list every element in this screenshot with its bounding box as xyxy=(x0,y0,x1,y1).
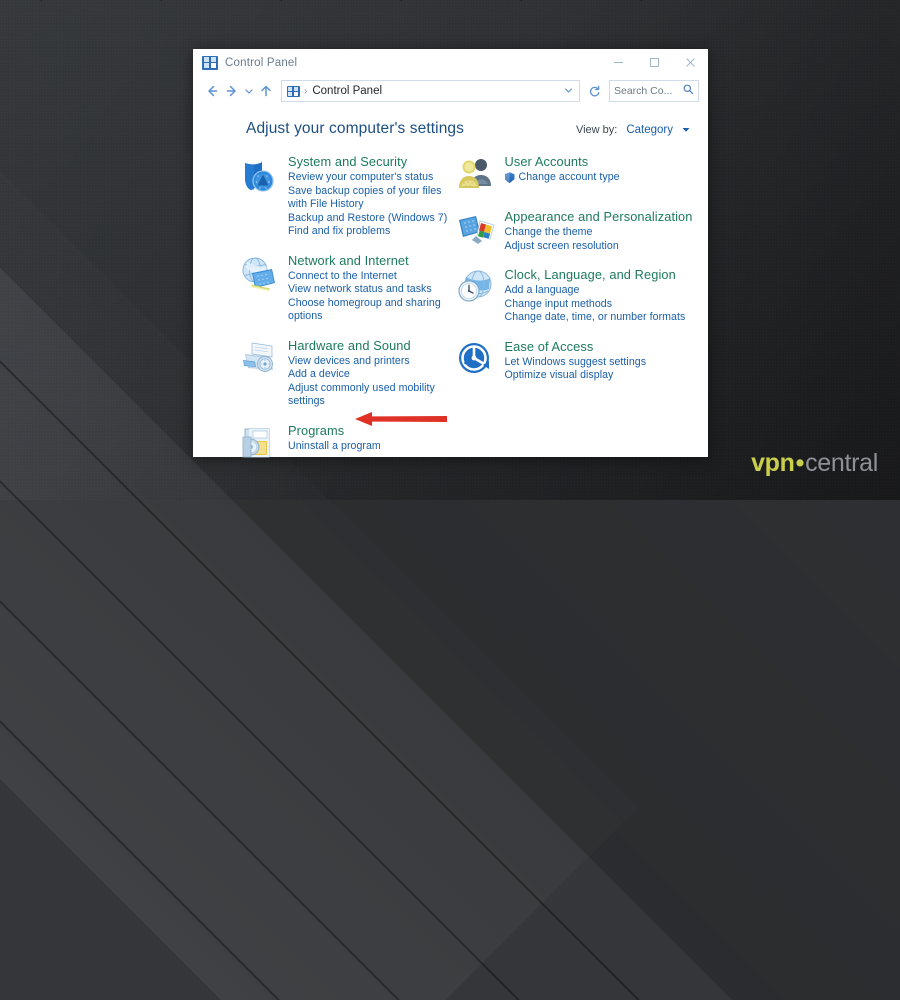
chevron-down-icon[interactable] xyxy=(682,126,690,135)
category-ease-of-access[interactable]: Ease of Access Let Windows suggest setti… xyxy=(456,339,709,383)
category-link[interactable]: Connect to the Internet xyxy=(288,270,451,284)
category-title[interactable]: Hardware and Sound xyxy=(288,338,451,353)
network-globe-icon xyxy=(239,253,285,324)
printer-hardware-icon xyxy=(239,338,285,409)
category-link-change-account-type[interactable]: Change account type xyxy=(504,171,620,185)
category-link-label: Change account type xyxy=(518,171,620,183)
category-hardware-and-sound[interactable]: Hardware and Sound View devices and prin… xyxy=(239,338,451,409)
category-programs[interactable]: Programs Uninstall a program xyxy=(239,423,451,466)
category-link[interactable]: Add a device xyxy=(288,368,451,382)
category-network-and-internet[interactable]: Network and Internet Connect to the Inte… xyxy=(239,253,451,324)
category-body: System and Security Review your computer… xyxy=(285,154,451,239)
category-link[interactable]: Save backup copies of your files with Fi… xyxy=(288,185,451,212)
back-button[interactable] xyxy=(202,80,222,102)
control-panel-window: Control Panel › Control Panel Search Co.… xyxy=(193,49,708,457)
search-placeholder: Search Co... xyxy=(614,85,673,97)
category-body: Appearance and Personalization Change th… xyxy=(502,209,693,253)
watermark-brand-dot: • xyxy=(795,449,805,477)
control-panel-content: Adjust your computer's settings View by:… xyxy=(193,106,708,471)
category-link[interactable]: Adjust commonly used mobility settings xyxy=(288,382,451,409)
close-button[interactable] xyxy=(672,49,708,76)
watermark-brand-primary: vpn xyxy=(751,449,795,477)
minimize-button[interactable] xyxy=(600,49,636,76)
category-link[interactable]: Add a language xyxy=(505,284,686,298)
vpncentral-watermark: vpn • central xyxy=(751,449,878,478)
category-link[interactable]: Change input methods xyxy=(505,298,686,312)
shield-security-icon xyxy=(239,154,285,239)
user-accounts-icon xyxy=(456,154,502,195)
category-body: Programs Uninstall a program xyxy=(285,423,381,466)
address-toolbar: › Control Panel Search Co... xyxy=(193,76,708,106)
category-link[interactable]: Uninstall a program xyxy=(288,440,381,454)
category-link[interactable]: View network status and tasks xyxy=(288,283,451,297)
category-link[interactable]: Backup and Restore (Windows 7) xyxy=(288,212,451,226)
recent-locations-button[interactable] xyxy=(242,80,256,102)
breadcrumb-current[interactable]: Control Panel xyxy=(312,85,382,97)
category-link[interactable]: Choose homegroup and sharing options xyxy=(288,297,451,324)
red-left-arrow-annotation xyxy=(355,412,447,426)
category-link[interactable]: Optimize visual display xyxy=(505,369,647,383)
view-by-value[interactable]: Category xyxy=(626,124,673,136)
category-title[interactable]: Network and Internet xyxy=(288,253,451,268)
watermark-brand-secondary: central xyxy=(805,449,878,477)
uac-shield-icon xyxy=(504,172,515,184)
chevron-down-icon[interactable] xyxy=(564,86,576,97)
category-title[interactable]: User Accounts xyxy=(505,154,620,169)
page-title: Adjust your computer's settings xyxy=(246,120,464,137)
category-link[interactable]: Change date, time, or number formats xyxy=(505,311,686,325)
category-body: User Accounts Change account type xyxy=(502,154,620,195)
up-button[interactable] xyxy=(256,80,276,102)
programs-icon xyxy=(239,423,285,466)
category-link[interactable]: View devices and printers xyxy=(288,355,451,369)
category-column-right: User Accounts Change account type Appear… xyxy=(451,154,709,480)
category-system-and-security[interactable]: System and Security Review your computer… xyxy=(239,154,451,239)
control-panel-icon xyxy=(202,55,218,70)
window-title: Control Panel xyxy=(225,56,298,69)
category-body: Ease of Access Let Windows suggest setti… xyxy=(502,339,647,383)
maximize-button[interactable] xyxy=(636,49,672,76)
category-columns: System and Security Review your computer… xyxy=(193,138,708,480)
window-controls xyxy=(600,49,708,76)
content-header: Adjust your computer's settings View by:… xyxy=(193,120,708,138)
category-title[interactable]: System and Security xyxy=(288,154,451,169)
category-body: Network and Internet Connect to the Inte… xyxy=(285,253,451,324)
category-link[interactable]: Adjust screen resolution xyxy=(505,240,693,254)
category-appearance-and-personalization[interactable]: Appearance and Personalization Change th… xyxy=(456,209,709,253)
category-body: Hardware and Sound View devices and prin… xyxy=(285,338,451,409)
view-by-control[interactable]: View by: Category xyxy=(576,120,690,136)
category-body: Clock, Language, and Region Add a langua… xyxy=(502,267,686,325)
refresh-button[interactable] xyxy=(585,81,603,101)
category-link[interactable]: Review your computer's status xyxy=(288,171,451,185)
search-input[interactable]: Search Co... xyxy=(609,80,699,102)
category-title[interactable]: Ease of Access xyxy=(505,339,647,354)
search-icon[interactable] xyxy=(683,82,694,100)
ease-of-access-icon xyxy=(456,339,502,383)
category-title[interactable]: Appearance and Personalization xyxy=(505,209,693,224)
category-clock-language-region[interactable]: Clock, Language, and Region Add a langua… xyxy=(456,267,709,325)
category-link[interactable]: Find and fix problems xyxy=(288,225,451,239)
view-by-label: View by: xyxy=(575,124,618,136)
breadcrumb-separator: › xyxy=(304,85,308,97)
appearance-icon xyxy=(456,209,502,253)
address-bar[interactable]: › Control Panel xyxy=(281,80,580,102)
window-titlebar[interactable]: Control Panel xyxy=(193,49,708,76)
category-link[interactable]: Change the theme xyxy=(505,226,693,240)
clock-region-icon xyxy=(456,267,502,325)
address-control-panel-icon xyxy=(287,85,300,97)
category-user-accounts[interactable]: User Accounts Change account type xyxy=(456,154,709,195)
category-link[interactable]: Let Windows suggest settings xyxy=(505,356,647,370)
category-title[interactable]: Clock, Language, and Region xyxy=(505,267,686,282)
category-column-left: System and Security Review your computer… xyxy=(193,154,451,480)
forward-button[interactable] xyxy=(222,80,242,102)
